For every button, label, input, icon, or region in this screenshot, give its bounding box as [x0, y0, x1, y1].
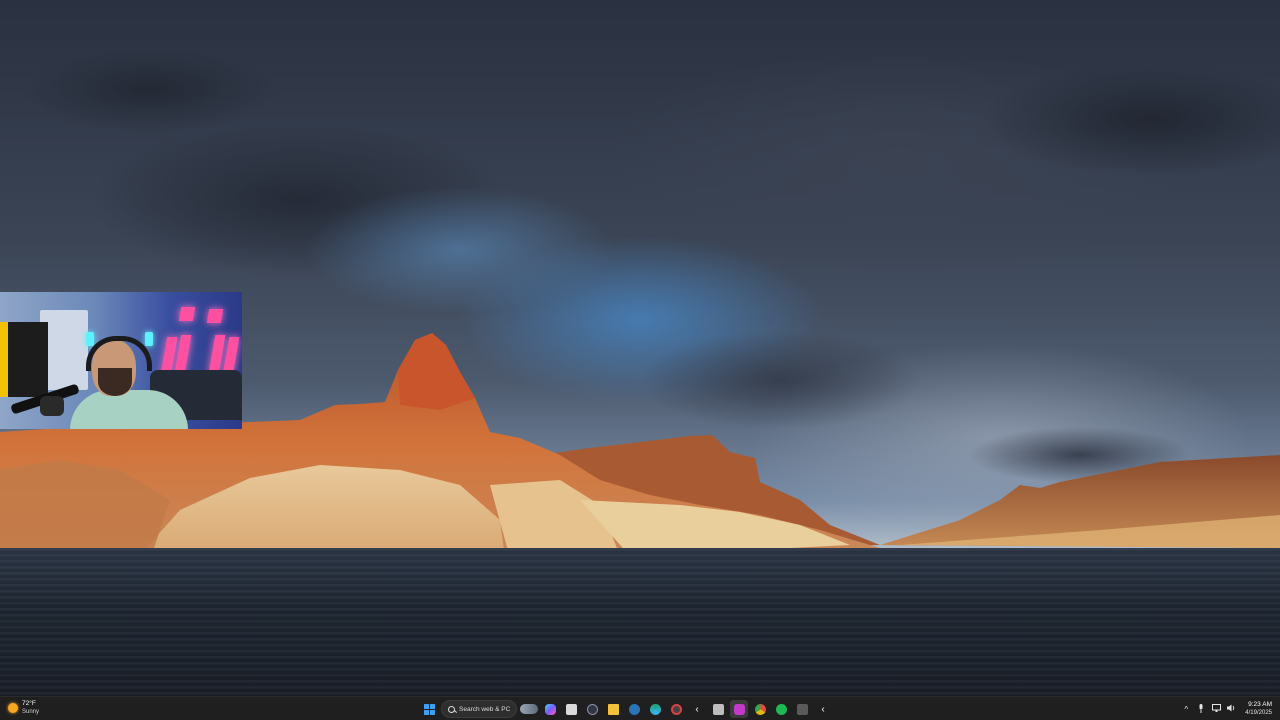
notepad-icon	[565, 703, 577, 715]
microphone-icon[interactable]	[1196, 703, 1206, 715]
webcam-overlay	[0, 292, 242, 429]
system-tray: ^ 9:23 AM 4/19/2025	[1181, 699, 1272, 719]
clock-time: 9:23 AM	[1248, 701, 1272, 708]
arrow-app-button-2[interactable]: ‹	[814, 700, 832, 718]
webcam-jersey	[0, 322, 48, 397]
calculator-app-icon	[712, 703, 724, 715]
weather-temperature: 72°F	[22, 700, 36, 707]
volume-icon[interactable]	[1226, 704, 1236, 714]
windows-icon	[423, 703, 435, 715]
weather-widget[interactable]: 72°F Sunny	[8, 700, 39, 716]
sun-icon	[8, 703, 18, 713]
webcam-headset	[86, 336, 152, 371]
steam-button[interactable]	[625, 700, 643, 718]
arrow-app-button[interactable]: ‹	[688, 700, 706, 718]
start-button[interactable]	[420, 700, 438, 718]
spotify-button[interactable]	[772, 700, 790, 718]
search-icon	[448, 705, 455, 713]
copilot-icon	[544, 703, 556, 715]
discord-button[interactable]	[730, 700, 748, 718]
search-box[interactable]: Search web & PC	[441, 700, 517, 718]
search-placeholder: Search web & PC	[459, 705, 511, 713]
copilot-button[interactable]	[541, 700, 559, 718]
steam-icon	[628, 703, 640, 715]
clock[interactable]: 9:23 AM 4/19/2025	[1245, 701, 1272, 717]
excel-icon	[796, 703, 808, 715]
arrow-app-icon: ‹	[695, 703, 699, 715]
webcam-mic	[40, 396, 64, 416]
edge-button[interactable]	[646, 700, 664, 718]
file-explorer-icon	[607, 703, 619, 715]
network-icon[interactable]	[1211, 704, 1221, 714]
chrome-button[interactable]	[751, 700, 769, 718]
weather-condition: Sunny	[22, 709, 40, 715]
arrow-app-icon-2: ‹	[821, 703, 825, 715]
taskbar: 72°F Sunny Search web & PC ‹ ‹ ^ 9:23 AM…	[0, 696, 1280, 720]
edge-icon	[649, 703, 661, 715]
webcam-lamp	[145, 332, 153, 346]
excel-button[interactable]	[793, 700, 811, 718]
discord-icon	[733, 703, 745, 715]
weather-text: 72°F Sunny	[22, 700, 39, 716]
obs-icon	[586, 703, 598, 715]
lake-water	[0, 548, 1280, 696]
widgets-button[interactable]	[520, 700, 538, 718]
spotify-icon	[775, 703, 787, 715]
clock-date: 4/19/2025	[1245, 710, 1272, 716]
widget-pill-icon	[520, 704, 538, 714]
webcam-lamp	[86, 332, 94, 346]
calculator-app-button[interactable]	[709, 700, 727, 718]
obs-button[interactable]	[583, 700, 601, 718]
taskbar-apps: Search web & PC ‹ ‹	[420, 699, 832, 719]
file-explorer-button[interactable]	[604, 700, 622, 718]
chevron-up-icon[interactable]: ^	[1181, 705, 1191, 714]
chrome-icon	[754, 703, 766, 715]
recording-app-button[interactable]	[667, 700, 685, 718]
webcam-person-beard	[98, 368, 132, 396]
notepad-button[interactable]	[562, 700, 580, 718]
webcam-person-body	[70, 390, 188, 429]
recording-app-icon	[670, 703, 682, 715]
